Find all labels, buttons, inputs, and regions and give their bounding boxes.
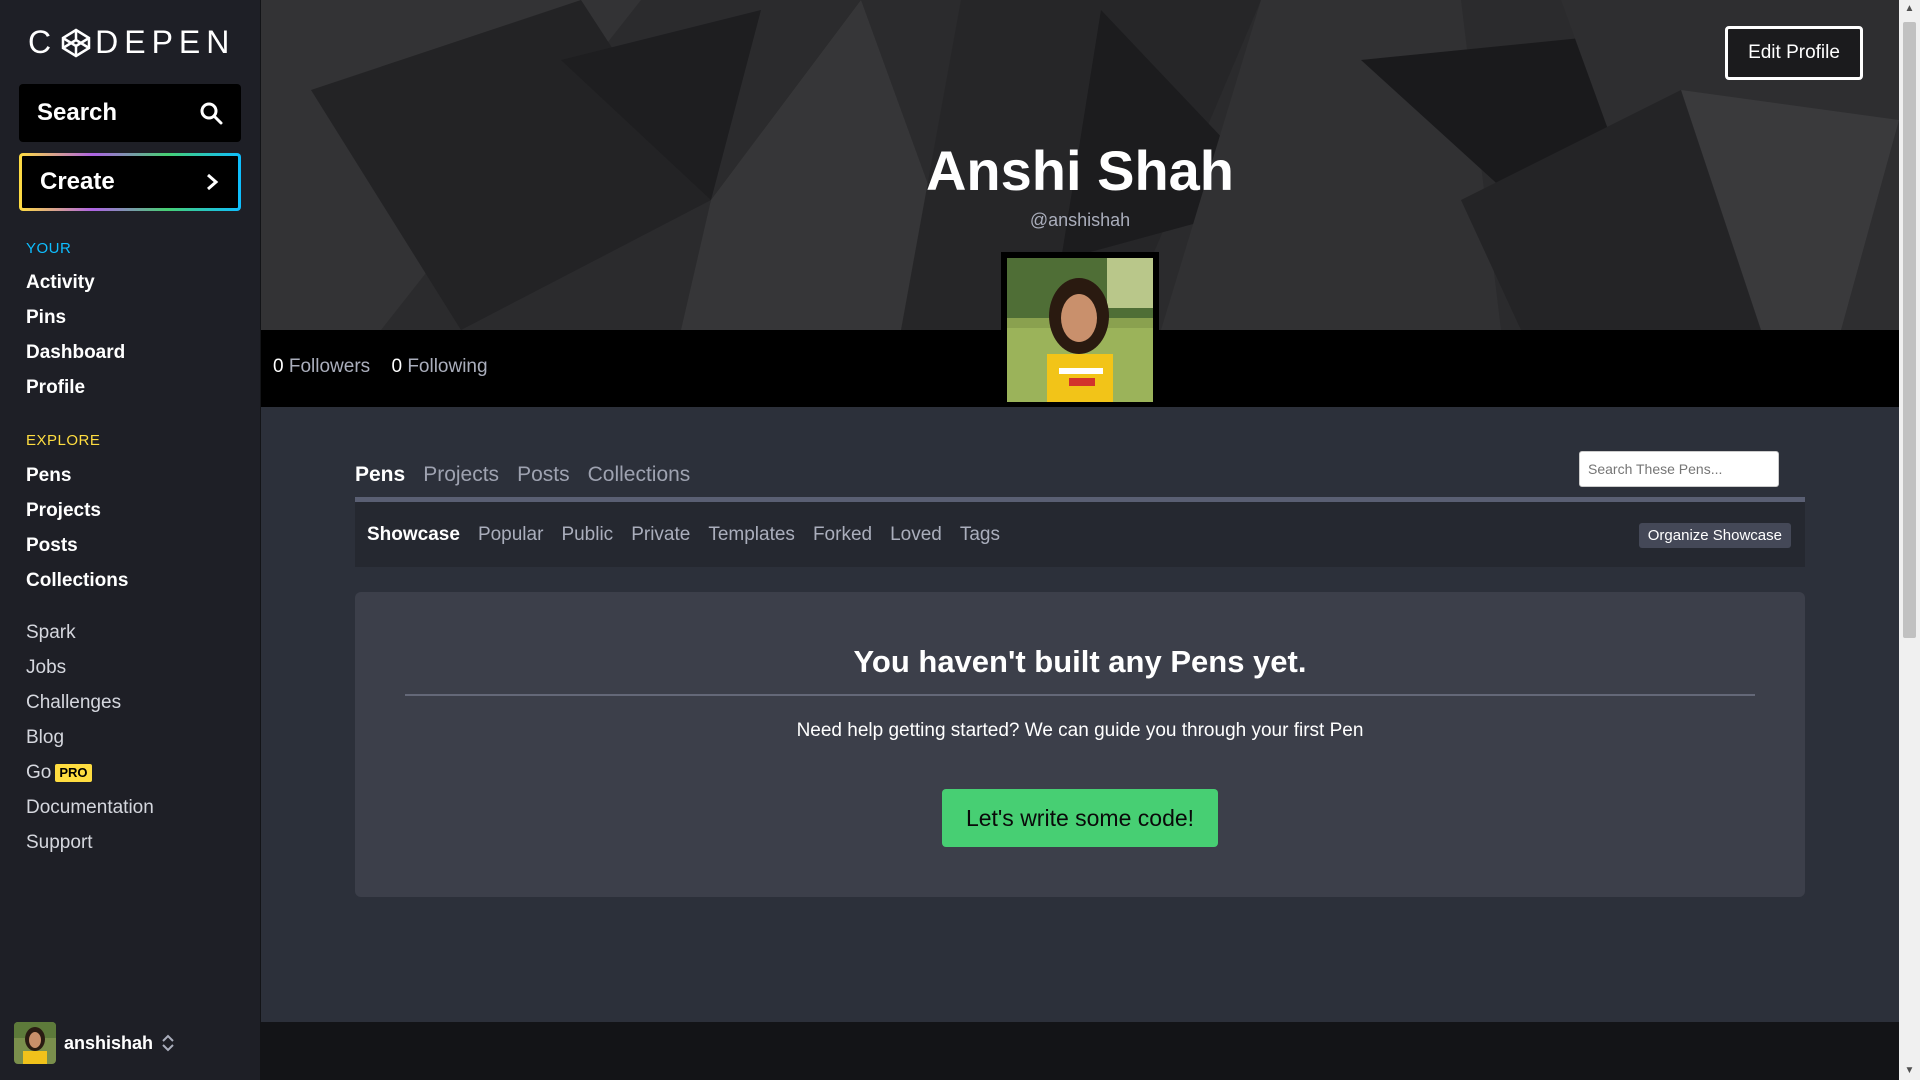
pen-filter-tabs: Showcase Popular Public Private Template… [367, 524, 1000, 546]
sidebar-item-support[interactable]: Support [26, 825, 154, 860]
profile-picture [1001, 252, 1159, 408]
scrollbar-thumb[interactable] [1903, 22, 1916, 638]
sidebar-item-dashboard[interactable]: Dashboard [26, 335, 125, 370]
scroll-down-arrow-icon[interactable]: ▼ [1899, 1062, 1920, 1080]
subtab-public[interactable]: Public [561, 524, 613, 546]
pro-badge: PRO [55, 763, 92, 782]
sidebar-item-documentation[interactable]: Documentation [26, 790, 154, 825]
sidebar-item-jobs[interactable]: Jobs [26, 650, 154, 685]
codepen-cube-icon [61, 28, 91, 57]
search-button[interactable]: Search [19, 84, 241, 142]
username: anshishah [64, 1032, 154, 1053]
following-link[interactable]: 0 Following [391, 356, 487, 377]
sidebar: C DEPEN Search Create YOUR Activity Pins… [0, 0, 260, 1080]
sidebar-item-posts[interactable]: Posts [26, 528, 128, 563]
empty-state-title: You haven't built any Pens yet. [853, 644, 1307, 679]
sidebar-item-pens[interactable]: Pens [26, 458, 128, 493]
your-nav-list: Activity Pins Dashboard Profile [26, 265, 125, 405]
logo-text-c: C [28, 24, 58, 60]
subtab-tags[interactable]: Tags [960, 524, 1000, 546]
sidebar-item-profile[interactable]: Profile [26, 370, 125, 405]
subtab-templates[interactable]: Templates [708, 524, 795, 546]
create-button[interactable]: Create [19, 153, 241, 211]
follow-stats: 0 Followers 0 Following [273, 356, 504, 378]
create-label: Create [40, 168, 115, 195]
followers-count: 0 [273, 356, 284, 377]
go-label: Go [26, 762, 52, 783]
followers-link[interactable]: 0 Followers [273, 356, 370, 377]
subtab-loved[interactable]: Loved [890, 524, 942, 546]
sidebar-item-collections[interactable]: Collections [26, 563, 128, 598]
edit-profile-button[interactable]: Edit Profile [1725, 26, 1863, 80]
tab-collections[interactable]: Collections [588, 463, 691, 487]
profile-photo-image [1007, 258, 1153, 402]
explore-section-label: EXPLORE [26, 432, 101, 449]
codepen-logo[interactable]: C DEPEN [28, 24, 235, 61]
scroll-up-arrow-icon[interactable]: ▲ [1899, 0, 1920, 18]
sidebar-item-blog[interactable]: Blog [26, 720, 154, 755]
misc-nav-list: Spark Jobs Challenges Blog Go PRO Documen… [26, 615, 154, 860]
logo-text-depen: DEPEN [95, 24, 236, 60]
following-count: 0 [391, 356, 403, 377]
following-label: Following [407, 356, 488, 377]
empty-state-text: Need help getting started? We can guide … [796, 720, 1364, 741]
chevron-up-down-icon [162, 1034, 174, 1052]
profile-handle[interactable]: @anshishah [261, 210, 1899, 231]
sidebar-item-pins[interactable]: Pins [26, 300, 125, 335]
followers-label: Followers [288, 356, 371, 377]
subtab-forked[interactable]: Forked [813, 524, 872, 546]
write-code-button[interactable]: Let's write some code! [942, 789, 1218, 847]
search-pens-input[interactable] [1579, 451, 1779, 487]
empty-state-divider [405, 694, 1755, 696]
tab-posts[interactable]: Posts [517, 463, 570, 487]
user-avatar-image [14, 1022, 56, 1064]
subtab-popular[interactable]: Popular [478, 524, 544, 546]
your-section-label: YOUR [26, 240, 72, 257]
pen-filter-bar: Showcase Popular Public Private Template… [355, 502, 1805, 567]
sidebar-item-challenges[interactable]: Challenges [26, 685, 154, 720]
tab-pens[interactable]: Pens [355, 463, 405, 487]
sidebar-item-projects[interactable]: Projects [26, 493, 128, 528]
tab-projects[interactable]: Projects [423, 463, 499, 487]
search-icon [200, 102, 223, 125]
sidebar-item-go[interactable]: Go PRO [26, 755, 154, 790]
search-label: Search [37, 99, 118, 126]
page-scrollbar[interactable]: ▲ ▼ [1899, 0, 1920, 1080]
subtab-showcase[interactable]: Showcase [367, 524, 460, 546]
chevron-right-icon [207, 173, 219, 191]
sidebar-item-spark[interactable]: Spark [26, 615, 154, 650]
avatar [14, 1022, 56, 1064]
empty-state-card: You haven't built any Pens yet. Need hel… [355, 592, 1805, 897]
explore-nav-list: Pens Projects Posts Collections [26, 458, 128, 598]
profile-name: Anshi Shah [925, 139, 1235, 202]
sidebar-item-activity[interactable]: Activity [26, 265, 125, 300]
user-menu[interactable]: anshishah [14, 1022, 175, 1064]
main-content: Pens Projects Posts Collections Showcase… [261, 407, 1899, 1022]
organize-showcase-button[interactable]: Organize Showcase [1638, 523, 1791, 548]
footer [261, 1022, 1899, 1080]
content-tabs: Pens Projects Posts Collections [355, 463, 690, 487]
subtab-private[interactable]: Private [631, 524, 690, 546]
